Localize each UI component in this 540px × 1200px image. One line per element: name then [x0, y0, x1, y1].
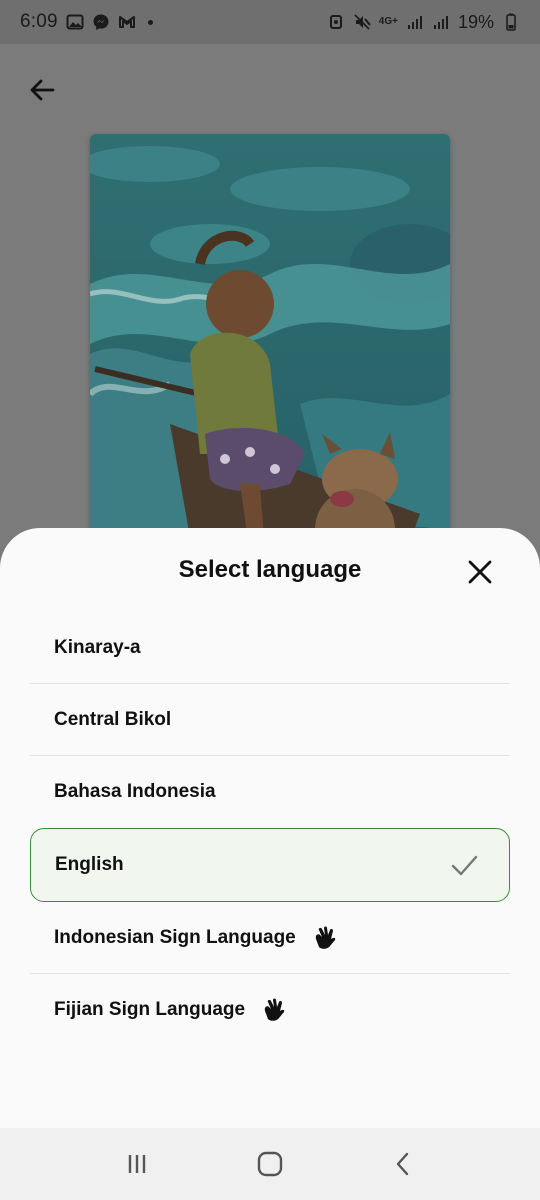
language-item-fijian-sign-language[interactable]: Fijian Sign Language	[30, 974, 510, 1046]
status-left: 6:09	[20, 11, 153, 33]
language-label: Central Bikol	[54, 708, 172, 730]
language-label: Bahasa Indonesia	[54, 781, 216, 802]
chevron-left-icon	[397, 1152, 409, 1176]
hand-sign-icon	[264, 998, 285, 1021]
hand-sign-icon	[315, 926, 336, 949]
gallery-icon	[66, 14, 84, 30]
battery-icon	[506, 13, 516, 31]
messenger-icon	[93, 14, 109, 30]
recents-button[interactable]	[115, 1142, 159, 1186]
language-label: Indonesian Sign Language	[54, 926, 296, 948]
language-item-kinaray-a[interactable]: Kinaray-a	[30, 612, 510, 684]
language-item-english[interactable]: English	[30, 828, 510, 902]
language-list: Kinaray-a Central Bikol Bahasa Indonesia…	[30, 612, 510, 1046]
language-item-central-bikol[interactable]: Central Bikol	[30, 684, 510, 756]
language-label: Kinaray-a	[54, 636, 141, 658]
status-time: 6:09	[20, 11, 58, 32]
back-button[interactable]	[22, 70, 62, 110]
mute-icon	[354, 14, 371, 30]
check-icon	[451, 855, 478, 876]
recents-icon	[128, 1155, 145, 1173]
network-type: 4G+	[378, 16, 398, 27]
language-item-bahasa-indonesia[interactable]: Bahasa Indonesia	[30, 756, 510, 828]
nav-back-button[interactable]	[381, 1142, 425, 1186]
language-label: Fijian Sign Language	[54, 999, 246, 1020]
close-icon	[468, 560, 492, 584]
home-icon	[257, 1151, 283, 1177]
language-item-indonesian-sign-language[interactable]: Indonesian Sign Language	[30, 902, 510, 974]
language-bottom-sheet: Select language Kinaray-a Central Bikol …	[0, 528, 540, 1128]
home-button[interactable]	[248, 1142, 292, 1186]
close-button[interactable]	[462, 554, 498, 590]
status-right: 4G+ 19%	[327, 12, 520, 33]
sheet-title: Select language	[178, 556, 362, 583]
gmail-icon	[118, 16, 135, 28]
arrow-left-icon	[30, 79, 55, 101]
signal-2-icon	[433, 16, 448, 29]
notification-dot-icon	[147, 19, 153, 25]
book-cover-image	[90, 134, 450, 594]
battery-percent: 19%	[457, 11, 494, 32]
signal-icon	[407, 16, 422, 29]
status-bar: 6:09 4G+ 19%	[0, 0, 540, 44]
navigation-bar	[0, 1128, 540, 1200]
language-label: English	[55, 854, 124, 875]
alarm-icon	[329, 15, 342, 29]
book-illustration	[90, 134, 450, 594]
